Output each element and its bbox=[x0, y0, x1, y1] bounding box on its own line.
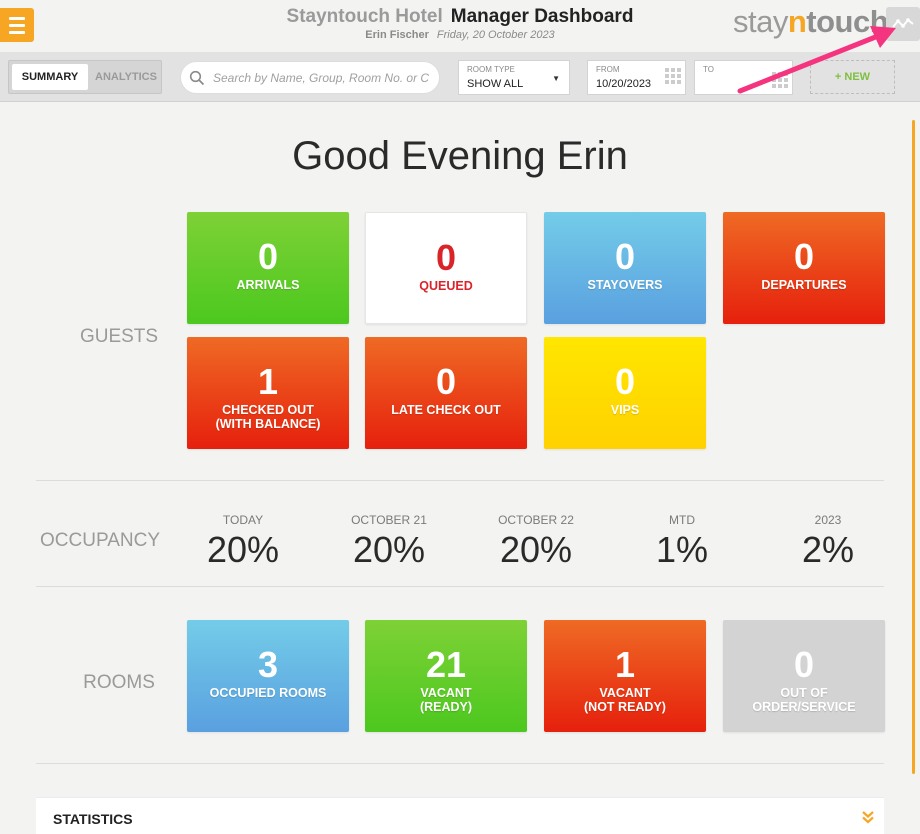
occupancy-today: TODAY 20% bbox=[206, 513, 280, 570]
departures-tile[interactable]: 0 DEPARTURES bbox=[723, 212, 885, 324]
stayovers-tile[interactable]: 0 STAYOVERS bbox=[544, 212, 706, 324]
divider bbox=[36, 480, 884, 481]
business-date: Friday, 20 October 2023 bbox=[436, 29, 555, 41]
queued-tile[interactable]: 0 QUEUED bbox=[365, 212, 527, 324]
tab-analytics[interactable]: ANALYTICS bbox=[91, 64, 161, 90]
stayntouch-logo: stayntouch bbox=[733, 4, 889, 39]
calendar-icon[interactable] bbox=[772, 72, 788, 88]
occupancy-oct-21: OCTOBER 21 20% bbox=[351, 513, 427, 570]
hotel-name: Stayntouch Hotel bbox=[286, 6, 443, 27]
dashboard-title: Manager Dashboard bbox=[450, 6, 634, 27]
greeting: Good Evening Erin bbox=[292, 134, 628, 178]
analytics-chart-icon bbox=[892, 18, 914, 28]
occupancy-year: 2023 2% bbox=[801, 513, 855, 570]
toolbar: SUMMARY ANALYTICS ROOM TYPE SHOW ALL ▼ F… bbox=[0, 52, 920, 102]
statistics-title: STATISTICS bbox=[53, 811, 133, 827]
vacant-ready-tile[interactable]: 21 VACANT (READY) bbox=[365, 620, 527, 732]
checked-out-with-balance-tile[interactable]: 1 CHECKED OUT (WITH BALANCE) bbox=[187, 337, 349, 449]
scrollbar[interactable] bbox=[912, 120, 915, 774]
guests-section-label: GUESTS bbox=[79, 326, 159, 347]
from-date-field[interactable]: FROM 10/20/2023 bbox=[587, 60, 686, 95]
rooms-section-label: ROOMS bbox=[83, 672, 155, 693]
vacant-not-ready-tile[interactable]: 1 VACANT (NOT READY) bbox=[544, 620, 706, 732]
late-check-out-tile[interactable]: 0 LATE CHECK OUT bbox=[365, 337, 527, 449]
from-date-label: FROM bbox=[596, 65, 620, 74]
occupied-rooms-tile[interactable]: 3 OCCUPIED ROOMS bbox=[187, 620, 349, 732]
view-toggle: SUMMARY ANALYTICS bbox=[8, 60, 162, 94]
room-type-label: ROOM TYPE bbox=[467, 65, 515, 74]
to-date-label: TO bbox=[703, 65, 714, 74]
occupancy-oct-22: OCTOBER 22 20% bbox=[498, 513, 574, 570]
caret-down-icon: ▼ bbox=[552, 74, 560, 83]
arrivals-tile[interactable]: 0 ARRIVALS bbox=[187, 212, 349, 324]
statistics-panel[interactable]: STATISTICS bbox=[36, 797, 884, 834]
from-date-value: 10/20/2023 bbox=[596, 78, 652, 90]
double-chevron-down-icon[interactable] bbox=[862, 810, 874, 824]
calendar-icon[interactable] bbox=[665, 68, 681, 84]
to-date-field[interactable]: TO bbox=[694, 60, 793, 95]
divider bbox=[36, 586, 884, 587]
header: Stayntouch Hotel Manager Dashboard Erin F… bbox=[0, 0, 920, 52]
search-input[interactable] bbox=[213, 68, 431, 88]
room-type-select[interactable]: ROOM TYPE SHOW ALL ▼ bbox=[458, 60, 570, 95]
search-icon bbox=[189, 70, 205, 86]
tab-summary[interactable]: SUMMARY bbox=[12, 64, 88, 90]
out-of-order-tile[interactable]: 0 OUT OF ORDER/SERVICE bbox=[723, 620, 885, 732]
analytics-toggle-button[interactable] bbox=[886, 7, 920, 41]
new-button[interactable]: + NEW bbox=[810, 60, 895, 94]
search-box[interactable] bbox=[180, 61, 440, 94]
room-type-value: SHOW ALL bbox=[467, 78, 524, 90]
occupancy-section-label: OCCUPANCY bbox=[40, 530, 160, 551]
vips-tile[interactable]: 0 VIPS bbox=[544, 337, 706, 449]
user-name: Erin Fischer bbox=[365, 29, 429, 41]
divider bbox=[36, 763, 884, 764]
occupancy-mtd: MTD 1% bbox=[655, 513, 709, 570]
